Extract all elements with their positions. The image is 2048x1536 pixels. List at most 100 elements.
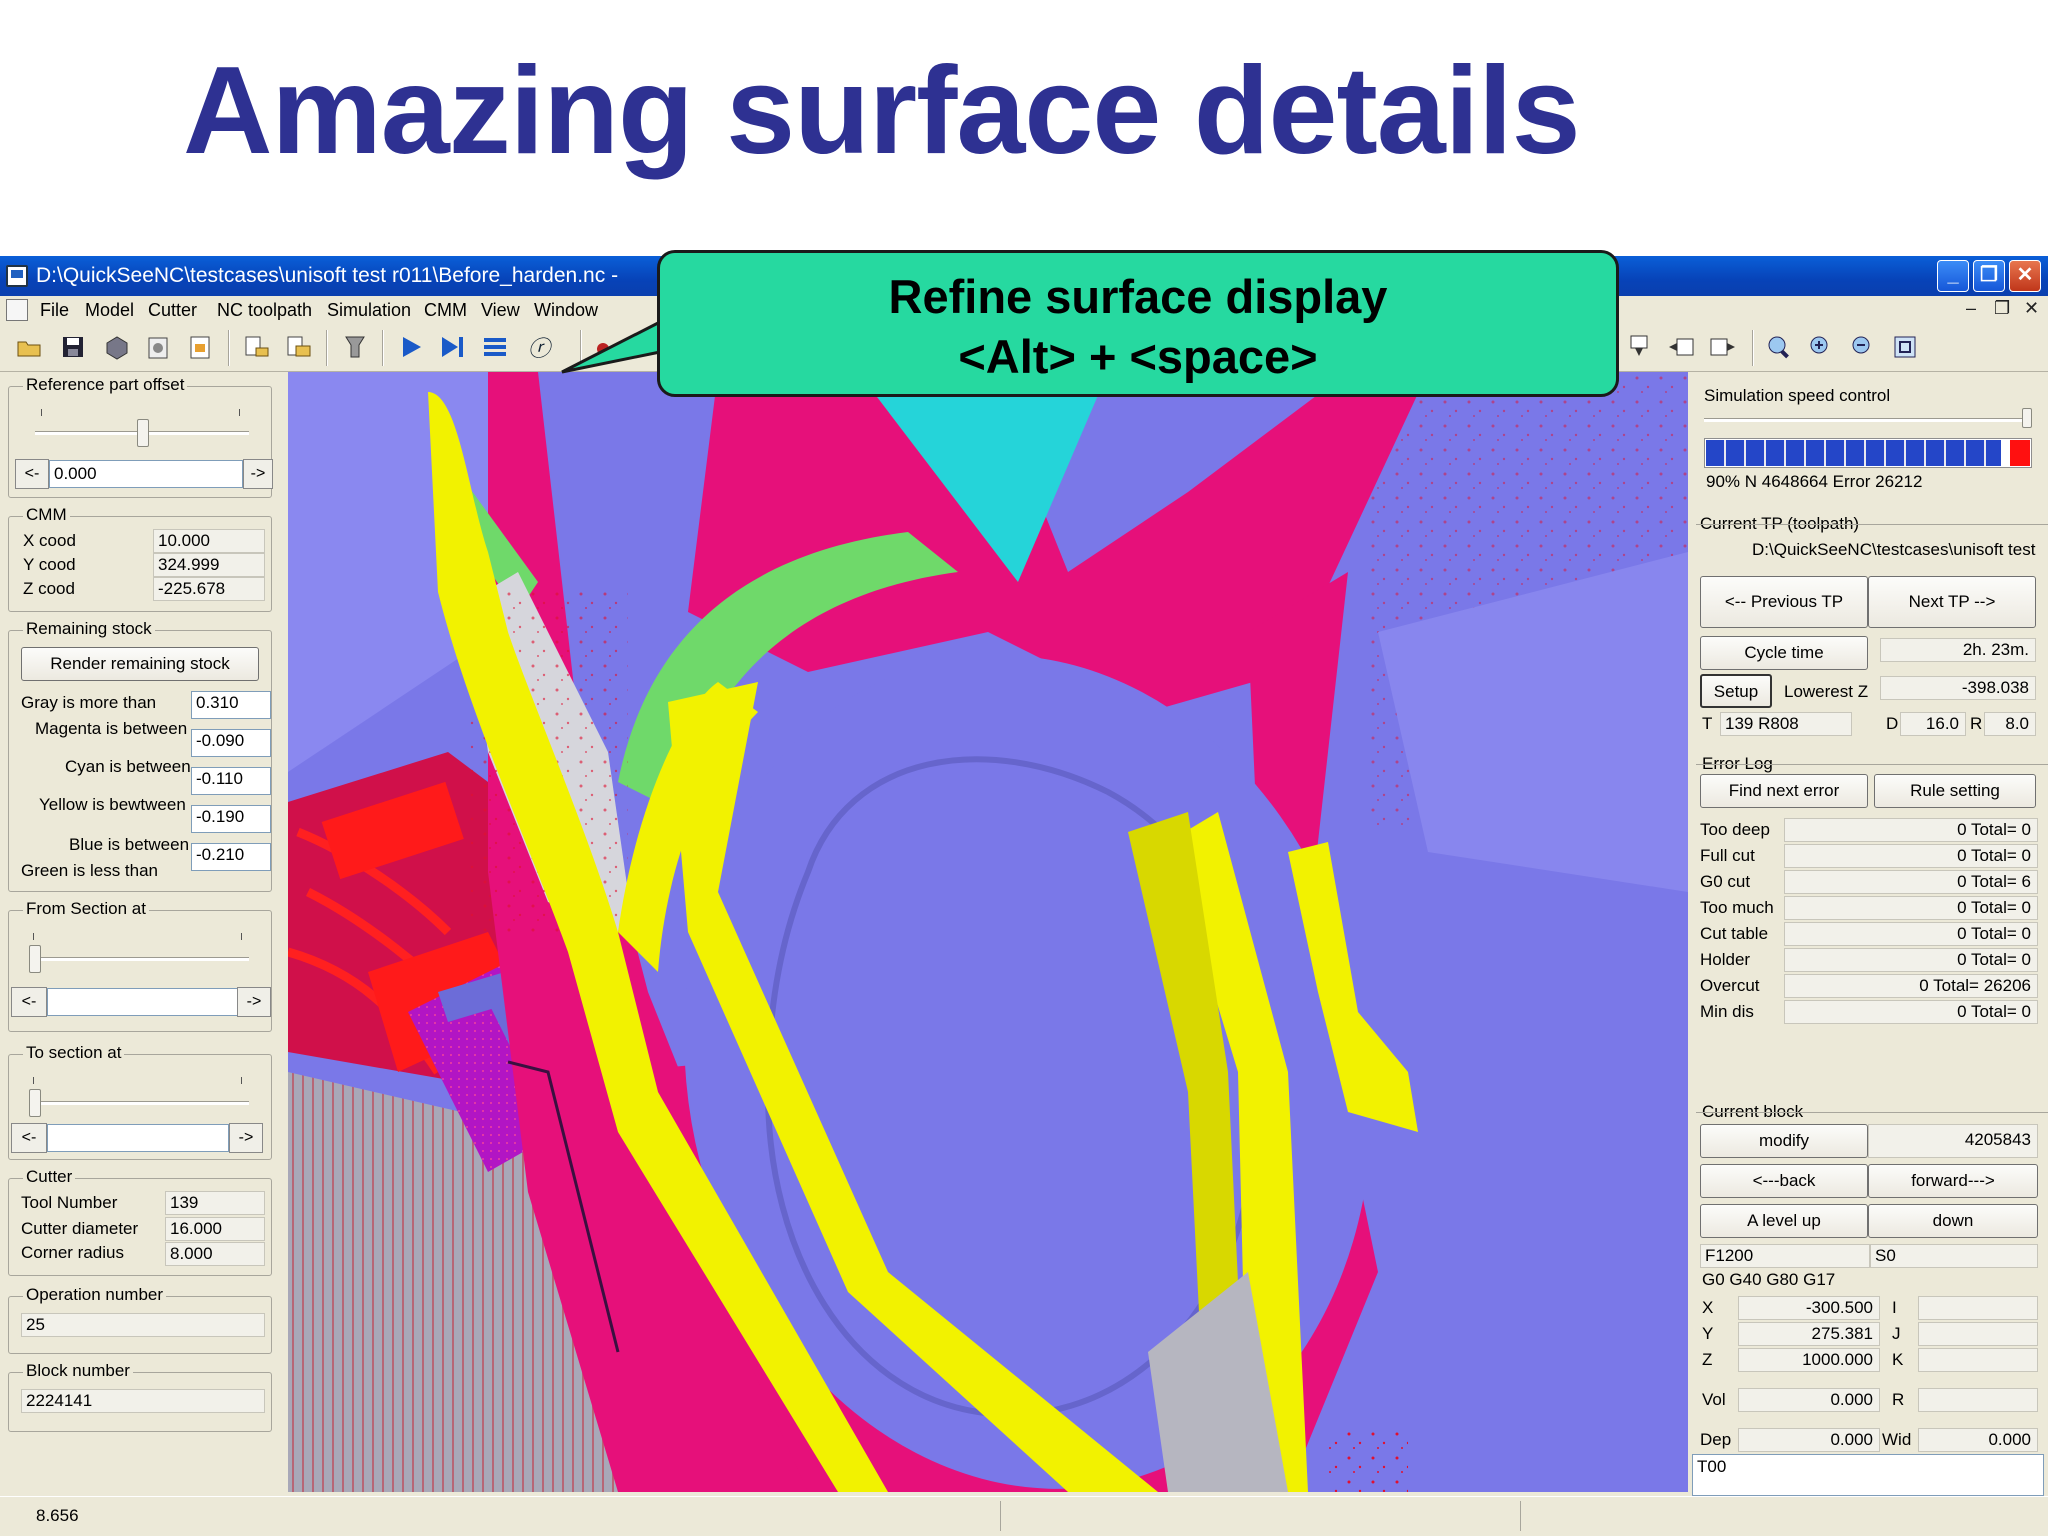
lowest-z-value: -398.038 bbox=[1880, 676, 2036, 700]
from-section-right-arrow[interactable]: -> bbox=[237, 987, 271, 1017]
level-down-button[interactable]: down bbox=[1868, 1204, 2038, 1238]
z-value: 1000.000 bbox=[1738, 1348, 1880, 1372]
menu-simulation[interactable]: Simulation bbox=[327, 300, 411, 321]
from-section-left-arrow[interactable]: <- bbox=[11, 987, 47, 1017]
save-icon[interactable] bbox=[56, 330, 90, 364]
view-down-icon[interactable] bbox=[1622, 330, 1656, 364]
offset-right-arrow[interactable]: -> bbox=[243, 459, 273, 489]
callout-line-2: <Alt> + <space> bbox=[958, 330, 1318, 383]
menu-nc-toolpath[interactable]: NC toolpath bbox=[217, 300, 312, 321]
menu-model[interactable]: Model bbox=[85, 300, 134, 321]
forward-button[interactable]: forward---> bbox=[1868, 1164, 2038, 1198]
block-text-area[interactable]: T00 bbox=[1692, 1454, 2044, 1496]
next-tp-button[interactable]: Next TP --> bbox=[1868, 576, 2036, 628]
render-remaining-stock-button[interactable]: Render remaining stock bbox=[21, 647, 259, 681]
document-icon[interactable] bbox=[6, 299, 28, 321]
window-title: D:\QuickSeeNC\testcases\unisoft test r01… bbox=[36, 264, 619, 287]
step-icon[interactable] bbox=[436, 330, 470, 364]
error-row-value: 0 Total= 26206 bbox=[1784, 974, 2038, 998]
dep-label: Dep bbox=[1700, 1430, 1732, 1449]
to-section-left-arrow[interactable]: <- bbox=[11, 1123, 47, 1153]
previous-tp-button[interactable]: <-- Previous TP bbox=[1700, 576, 1868, 628]
level-up-button[interactable]: A level up bbox=[1700, 1204, 1868, 1238]
simulation-viewport[interactable] bbox=[288, 372, 1688, 1492]
rule-setting-button[interactable]: Rule setting bbox=[1874, 774, 2036, 808]
to-section-slider-track[interactable] bbox=[33, 1101, 249, 1105]
close-button[interactable]: ✕ bbox=[2009, 260, 2041, 292]
threshold-input[interactable]: 0.310 bbox=[191, 691, 271, 719]
threshold-input[interactable]: -0.190 bbox=[191, 805, 271, 833]
menu-file[interactable]: File bbox=[40, 300, 69, 321]
zoom-window-icon[interactable] bbox=[1762, 330, 1796, 364]
tool-info-value: 139 R808 bbox=[1720, 712, 1852, 736]
speed-slider-thumb[interactable] bbox=[2022, 408, 2032, 428]
dep-value: 0.000 bbox=[1738, 1428, 1880, 1452]
menu-cutter[interactable]: Cutter bbox=[148, 300, 197, 321]
setup-button[interactable]: Setup bbox=[1700, 674, 1772, 708]
spindle-speed-value: S0 bbox=[1870, 1244, 2038, 1268]
list-icon[interactable] bbox=[478, 330, 512, 364]
threshold-label: Magenta is between bbox=[35, 719, 188, 738]
z-axis-label: Z bbox=[1702, 1350, 1713, 1369]
zoom-fit-icon[interactable] bbox=[1888, 330, 1922, 364]
block-number-value: 2224141 bbox=[21, 1389, 265, 1413]
menu-cmm[interactable]: CMM bbox=[424, 300, 467, 321]
minimize-button[interactable]: _ bbox=[1937, 260, 1969, 292]
cutter-value: 139 bbox=[165, 1191, 265, 1215]
threshold-input[interactable]: -0.090 bbox=[191, 729, 271, 757]
threshold-label: Yellow is bewtween bbox=[39, 795, 186, 814]
cmm-label: Y cood bbox=[23, 555, 76, 574]
back-button[interactable]: <---back bbox=[1700, 1164, 1868, 1198]
toolpath-open-icon[interactable] bbox=[240, 330, 274, 364]
app-icon bbox=[6, 265, 28, 287]
mdi-close-button[interactable]: ✕ bbox=[2024, 298, 2039, 319]
cutter-icon[interactable] bbox=[338, 330, 372, 364]
report-icon[interactable] bbox=[184, 330, 218, 364]
model-icon[interactable] bbox=[100, 330, 134, 364]
threshold-input[interactable]: -0.210 bbox=[191, 843, 271, 871]
toolpath-save-icon[interactable] bbox=[282, 330, 316, 364]
surface-render bbox=[288, 372, 1688, 1492]
slide-title: Amazing surface details bbox=[183, 42, 1581, 180]
cutter-value: 8.000 bbox=[165, 1242, 265, 1266]
to-section-slider-thumb[interactable] bbox=[29, 1089, 41, 1117]
error-row-value: 0 Total= 0 bbox=[1784, 844, 2038, 868]
offset-slider-thumb[interactable] bbox=[137, 419, 149, 447]
cycle-time-button[interactable]: Cycle time bbox=[1700, 636, 1868, 670]
error-row-label: Full cut bbox=[1700, 846, 1755, 865]
error-row-label: Min dis bbox=[1700, 1002, 1754, 1021]
cmm-label: Z cood bbox=[23, 579, 75, 598]
offset-left-arrow[interactable]: <- bbox=[15, 459, 49, 489]
mdi-minimize-button[interactable]: – bbox=[1966, 298, 1976, 319]
i-label: I bbox=[1892, 1298, 1897, 1317]
error-row-label: G0 cut bbox=[1700, 872, 1751, 891]
stock-icon[interactable] bbox=[142, 330, 176, 364]
callout-pointer bbox=[561, 320, 661, 374]
script-icon[interactable]: ⓡ bbox=[522, 330, 556, 364]
zoom-in-icon[interactable] bbox=[1804, 330, 1838, 364]
to-section-right-arrow[interactable]: -> bbox=[229, 1123, 263, 1153]
from-section-slider-thumb[interactable] bbox=[29, 945, 41, 973]
zoom-out-icon[interactable] bbox=[1846, 330, 1880, 364]
status-bar: 8.656 bbox=[0, 1496, 2048, 1536]
mdi-restore-button[interactable]: ❐ bbox=[1994, 298, 2010, 319]
x-value: -300.500 bbox=[1738, 1296, 1880, 1320]
open-icon[interactable] bbox=[12, 330, 46, 364]
r-label: R bbox=[1892, 1390, 1905, 1409]
speed-slider-track[interactable] bbox=[1704, 418, 2030, 422]
from-section-slider-track[interactable] bbox=[33, 957, 249, 961]
offset-input[interactable]: 0.000 bbox=[49, 460, 243, 488]
menu-view[interactable]: View bbox=[481, 300, 520, 321]
speed-status: 90% N 4648664 Error 26212 bbox=[1706, 472, 1923, 491]
restore-button[interactable]: ❐ bbox=[1973, 260, 2005, 292]
error-row-value: 0 Total= 0 bbox=[1784, 922, 2038, 946]
view-left-icon[interactable] bbox=[1664, 330, 1698, 364]
threshold-input[interactable]: -0.110 bbox=[191, 767, 271, 795]
view-right-icon[interactable] bbox=[1706, 330, 1740, 364]
to-section-input[interactable] bbox=[47, 1124, 229, 1152]
play-icon[interactable] bbox=[394, 330, 428, 364]
find-next-error-button[interactable]: Find next error bbox=[1700, 774, 1868, 808]
modify-button[interactable]: modify bbox=[1700, 1124, 1868, 1158]
app-window: D:\QuickSeeNC\testcases\unisoft test r01… bbox=[0, 256, 2048, 1536]
from-section-input[interactable] bbox=[47, 988, 239, 1016]
